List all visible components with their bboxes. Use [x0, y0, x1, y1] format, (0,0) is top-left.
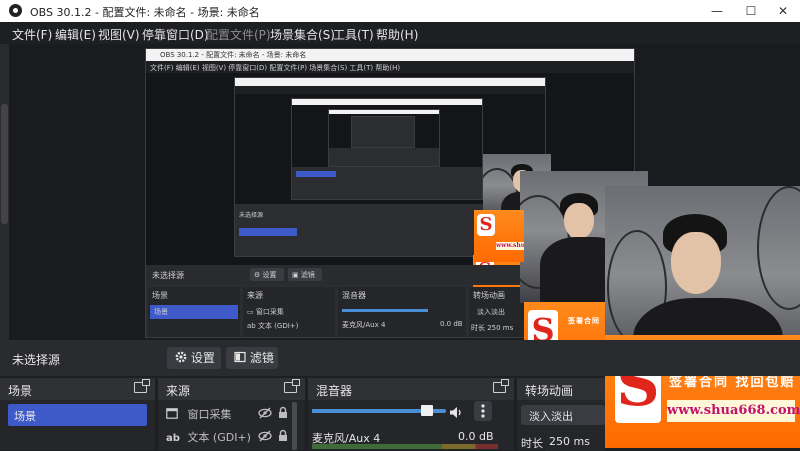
menu-edit[interactable]: 编辑(E)	[55, 26, 96, 43]
transitions-dock: 转场动画 淡入淡出 时长 250 ms	[517, 378, 605, 451]
menu-bar: 文件(F) 编辑(E) 视图(V) 停靠窗口(D) 配置文件(P) 场景集合(S…	[0, 22, 800, 44]
eye-hidden-icon[interactable]	[258, 407, 272, 422]
eye-hidden-icon[interactable]	[258, 430, 272, 445]
source-item-label: 窗口采集	[187, 408, 232, 421]
preview-scrollbar[interactable]	[0, 44, 9, 340]
sources-dock-title: 来源	[166, 384, 191, 398]
mixer-dock: 混音器 麦克风/Aux 4 0.0 dB	[308, 378, 514, 450]
undock-icon[interactable]	[493, 379, 509, 393]
menu-help[interactable]: 帮助(H)	[376, 26, 418, 43]
minimize-button[interactable]: —	[700, 0, 734, 22]
menu-file[interactable]: 文件(F)	[12, 26, 52, 43]
kebab-icon	[481, 404, 485, 418]
transitions-dock-title: 转场动画	[525, 384, 574, 398]
title-bar: OBS 30.1.2 - 配置文件: 未命名 - 场景: 未命名 — ☐ ✕	[0, 0, 800, 22]
scenes-dock-title: 场景	[8, 384, 33, 398]
menu-tools[interactable]: 工具(T)	[333, 26, 374, 43]
mixer-level-meter	[312, 444, 498, 449]
duration-label: 时长	[521, 437, 543, 450]
menu-docks[interactable]: 停靠窗口(D)	[142, 26, 209, 43]
sources-dock: 来源 窗口采集 ab 文本 (GDI+)	[158, 378, 305, 450]
mixer-channel-level: 0.0 dB	[458, 430, 494, 443]
source-item[interactable]: ab 文本 (GDI+)	[166, 429, 297, 447]
ad-url: www.shua668.com	[667, 400, 800, 422]
lock-icon[interactable]	[278, 429, 288, 445]
scenes-dock: 场景 场景	[0, 378, 155, 450]
text-icon: ab	[166, 432, 180, 444]
duration-input[interactable]: 250 ms	[545, 431, 605, 451]
duration-value: 250 ms	[549, 435, 590, 448]
menu-view[interactable]: 视图(V)	[98, 26, 140, 43]
sources-dock-header: 来源	[158, 378, 305, 400]
scene-item[interactable]: 场景	[8, 404, 147, 426]
maximize-button[interactable]: ☐	[734, 0, 768, 22]
transition-select-value: 淡入淡出	[529, 410, 573, 423]
menu-scene-collection[interactable]: 场景集合(S)	[270, 26, 335, 43]
undock-icon[interactable]	[284, 379, 300, 393]
filters-button[interactable]: 滤镜	[226, 347, 278, 369]
volume-slider-knob[interactable]	[421, 405, 434, 416]
gear-icon	[175, 348, 187, 370]
filters-button-label: 滤镜	[249, 351, 274, 365]
mixer-dock-title: 混音器	[316, 384, 353, 398]
lock-icon[interactable]	[278, 406, 288, 422]
transition-select[interactable]: 淡入淡出	[521, 405, 605, 425]
source-item[interactable]: 窗口采集	[166, 406, 297, 424]
mixer-menu-button[interactable]	[474, 401, 492, 421]
ad-overlay-echo-2: S www.shua	[474, 210, 524, 262]
obs-logo-icon	[9, 4, 22, 17]
speaker-icon[interactable]	[449, 404, 463, 423]
undock-icon[interactable]	[134, 379, 150, 393]
settings-button-label: 设置	[190, 351, 215, 365]
source-item-label: 文本 (GDI+)	[187, 431, 251, 444]
mixer-dock-header: 混音器	[308, 378, 514, 400]
transitions-dock-header: 转场动画	[517, 378, 605, 400]
window-title: OBS 30.1.2 - 配置文件: 未命名 - 场景: 未命名	[30, 6, 260, 19]
source-context-bar: 未选择源 设置 滤镜	[0, 340, 800, 376]
filter-icon	[234, 348, 246, 370]
close-button[interactable]: ✕	[766, 0, 800, 22]
settings-button[interactable]: 设置	[167, 347, 221, 369]
sources-scrollbar[interactable]	[292, 402, 297, 450]
no-source-label: 未选择源	[12, 353, 61, 367]
menu-profile[interactable]: 配置文件(P)	[206, 26, 271, 43]
scene-item-label: 场景	[14, 410, 36, 423]
scenes-dock-header: 场景	[0, 378, 155, 400]
window-capture-icon	[166, 408, 178, 422]
preview-canvas[interactable]: OBS 30.1.2 - 配置文件: 未命名 - 场景: 未命名 文件(F) 编…	[0, 44, 800, 448]
